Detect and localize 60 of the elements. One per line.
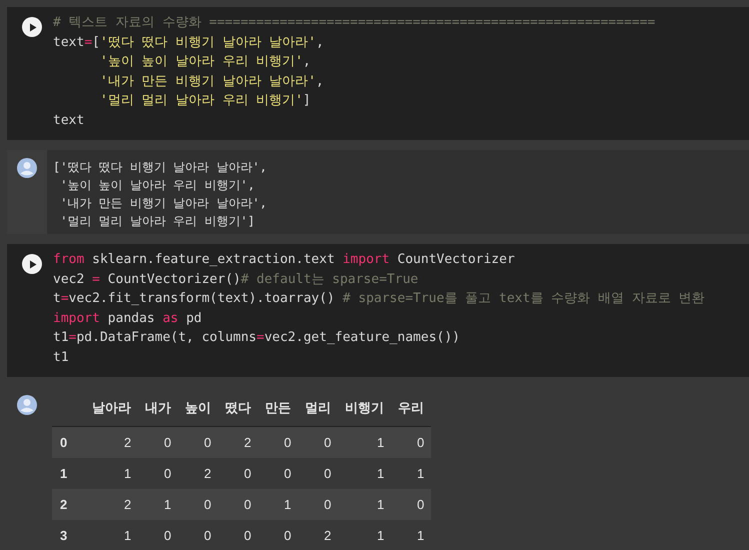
table-cell: 2	[85, 426, 138, 458]
table-cell: 0	[178, 520, 218, 550]
table-cell: 0	[298, 458, 338, 489]
run-button[interactable]	[22, 17, 42, 37]
table-cell: 1	[338, 458, 392, 489]
table-cell: 1	[85, 520, 138, 550]
table-cell: 2	[218, 426, 258, 458]
output-line: '멀리 멀리 날아라 우리 비행기']	[59, 213, 256, 230]
row-index: 3	[52, 520, 86, 550]
table-cell: 1	[138, 489, 178, 520]
table-cell: 2	[178, 458, 218, 489]
table-cell: 0	[218, 489, 258, 520]
code-line: import pandas as pd	[53, 310, 203, 328]
code-line: vec2 = CountVectorizer()# default는 sparse=True	[53, 270, 420, 288]
row-index: 2	[52, 489, 86, 520]
code-line: '멀리 멀리 날아라 우리 비행기']	[98, 92, 312, 110]
play-icon	[28, 22, 36, 32]
table-cell: 0	[178, 426, 218, 458]
code-line: text=['떴다 떴다 비행기 날아라 날아라',	[53, 34, 325, 52]
table-cell: 1	[258, 489, 298, 520]
table-cell: 1	[338, 426, 392, 458]
table-cell: 0	[258, 520, 298, 550]
table-cell: 0	[218, 520, 258, 550]
output-line: '내가 만든 비행기 날아라 날아라',	[59, 195, 267, 212]
code-line: text	[53, 112, 86, 130]
table-cell: 0	[178, 489, 218, 520]
play-icon	[28, 260, 36, 268]
user-avatar-icon	[17, 395, 37, 415]
row-index: 0	[52, 426, 86, 458]
table-cell: 1	[85, 458, 138, 489]
table-cell: 0	[138, 458, 178, 489]
code-line: # 텍스트 자료의 수량화 =========================================================	[53, 14, 656, 32]
table-cell: 1	[338, 489, 392, 520]
table-cell: 0	[391, 489, 432, 520]
row-index: 1	[52, 458, 86, 489]
table-cell: 0	[391, 426, 432, 458]
code-line: from sklearn.feature_extraction.text import CountVectorizer	[53, 251, 516, 269]
run-button[interactable]	[22, 254, 42, 274]
table-cell: 1	[391, 458, 432, 489]
table-cell: 0	[138, 520, 178, 550]
code-line: '내가 만든 비행기 날아라 날아라',	[98, 72, 325, 90]
code-cell[interactable]	[7, 244, 749, 377]
user-avatar-icon	[17, 158, 37, 178]
code-line: t1	[53, 348, 70, 366]
table-cell: 2	[85, 489, 138, 520]
table-cell: 0	[258, 458, 298, 489]
table-cell: 1	[338, 520, 392, 550]
table-cell: 0	[298, 426, 338, 458]
output-line: '높이 높이 날아라 우리 비행기',	[59, 177, 256, 194]
code-line: t1=pd.DataFrame(t, columns=vec2.get_feature_names())	[53, 329, 461, 347]
table-cell: 0	[258, 426, 298, 458]
code-line: t=vec2.fit_transform(text).toarray() # sparse=True를 풀고 text를 수량화 배열 자료로 변환	[53, 290, 705, 308]
code-cell[interactable]: # 텍스트 자료의 수량화 ========================================================= text=['떴다 떴다 비행기 날아라 날아라', '높이 높이 날아라 우리 비행기', '내가 만든 비행기 날아라 날아라', '멀리 멀리 날아라 우리 비행기'] text	[7, 7, 749, 140]
table-cell: 0	[298, 489, 338, 520]
table-cell: 1	[391, 520, 432, 550]
table-cell: 0	[218, 458, 258, 489]
code-line: '높이 높이 날아라 우리 비행기',	[98, 53, 312, 71]
table-cell: 2	[298, 520, 338, 550]
output-line: ['떴다 떴다 비행기 날아라 날아라',	[53, 159, 267, 176]
table-cell: 0	[138, 426, 178, 458]
